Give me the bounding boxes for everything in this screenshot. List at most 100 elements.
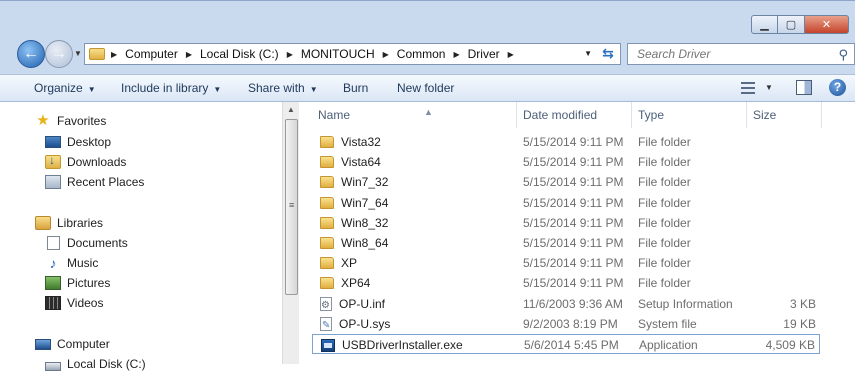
file-row[interactable]: Vista32 5/15/2014 9:11 PM File folder	[312, 132, 820, 152]
back-button[interactable]: ←	[17, 40, 45, 68]
nav-pane-scrollbar[interactable]: ▲ ≡	[282, 102, 299, 364]
minimize-button[interactable]: ▁	[751, 15, 778, 34]
breadcrumb-separator-icon[interactable]: ▶	[111, 50, 117, 59]
breadcrumb-separator-icon[interactable]: ▶	[186, 50, 192, 59]
file-name: Win8_32	[341, 215, 389, 230]
column-header-size[interactable]: Size	[747, 102, 822, 128]
burn-button[interactable]: Burn	[343, 81, 368, 95]
nav-item-local-disk[interactable]: Local Disk (C:)	[45, 354, 146, 374]
nav-label: Downloads	[67, 155, 127, 169]
nav-item-downloads[interactable]: Downloads	[45, 152, 126, 172]
nav-item-videos[interactable]: Videos	[45, 293, 103, 313]
desktop-icon	[45, 136, 61, 148]
folder-icon	[320, 196, 334, 209]
file-row[interactable]: XP64 5/15/2014 9:11 PM File folder	[312, 273, 820, 293]
file-size: 3 KB	[789, 296, 816, 311]
breadcrumb-driver[interactable]: Driver	[468, 47, 500, 61]
pictures-icon	[45, 276, 61, 290]
setup-file-icon	[320, 296, 332, 316]
breadcrumb-separator-icon[interactable]: ▶	[383, 50, 389, 59]
nav-item-recent-places[interactable]: Recent Places	[45, 172, 144, 192]
address-dropdown-icon[interactable]: ▼	[584, 49, 592, 58]
file-name-cell: Win8_32	[320, 213, 388, 233]
file-name: Win8_64	[341, 236, 389, 250]
file-type: File folder	[638, 276, 691, 291]
scroll-up-icon[interactable]: ▲	[287, 105, 295, 114]
column-header-name[interactable]: Name ▲	[312, 102, 517, 128]
file-row[interactable]: Win8_64 5/15/2014 9:11 PM File folder	[312, 233, 820, 253]
column-header-date-modified[interactable]: Date modified	[517, 102, 632, 128]
file-row[interactable]: OP-U.inf 11/6/2003 9:36 AM Setup Informati…	[312, 294, 820, 316]
file-date: 5/15/2014 9:11 PM	[523, 215, 624, 230]
search-input[interactable]	[635, 46, 825, 62]
file-name-cell: Vista32	[320, 132, 381, 152]
folder-icon	[320, 156, 334, 169]
file-date: 5/15/2014 9:11 PM	[523, 135, 624, 149]
breadcrumb-common[interactable]: Common	[397, 47, 446, 61]
nav-item-desktop[interactable]: Desktop	[45, 132, 111, 152]
nav-item-libraries[interactable]: Libraries	[35, 213, 103, 233]
file-row[interactable]: Win8_32 5/15/2014 9:11 PM File folder	[312, 213, 820, 233]
file-type: Application	[639, 338, 698, 352]
nav-label: Computer	[57, 337, 110, 351]
scrollbar-thumb[interactable]: ≡	[285, 119, 298, 295]
nav-label: Pictures	[67, 276, 111, 290]
nav-item-music[interactable]: ♪ Music	[45, 253, 99, 273]
file-name: Vista64	[341, 155, 381, 170]
maximize-button[interactable]: ▢	[778, 15, 805, 34]
share-with-button[interactable]: Share with ▼	[248, 81, 318, 95]
nav-item-favorites[interactable]: ★ Favorites	[35, 111, 106, 131]
navigation-pane: ★ Favorites Desktop Downloads Recent Pla…	[0, 102, 282, 371]
breadcrumb-monitouch[interactable]: MONITOUCH	[301, 47, 375, 61]
change-view-icon[interactable]	[741, 82, 755, 94]
file-type: File folder	[638, 135, 691, 149]
file-name: Win7_64	[341, 195, 389, 210]
breadcrumb-separator-icon[interactable]: ▶	[508, 50, 514, 59]
file-type: File folder	[638, 256, 691, 271]
breadcrumb-separator-icon[interactable]: ▶	[453, 50, 459, 59]
file-name-cell: Win8_64	[320, 233, 388, 253]
system-file-icon	[320, 316, 332, 336]
file-row[interactable]: XP 5/15/2014 9:11 PM File folder	[312, 253, 820, 273]
preview-pane-icon[interactable]	[796, 80, 812, 95]
nav-item-computer[interactable]: Computer	[35, 334, 110, 354]
file-row[interactable]: OP-U.sys 9/2/2003 8:19 PM System file 19 KB	[312, 314, 820, 336]
search-icon[interactable]: ⚲	[838, 47, 848, 63]
breadcrumb-local-disk[interactable]: Local Disk (C:)	[200, 47, 279, 61]
new-folder-button[interactable]: New folder	[397, 81, 454, 95]
file-type: Setup Information	[638, 296, 733, 311]
help-icon[interactable]: ?	[829, 79, 846, 96]
refresh-icon[interactable]: ⇆	[598, 45, 618, 63]
column-header-type[interactable]: Type	[632, 102, 747, 128]
file-date: 5/15/2014 9:11 PM	[523, 175, 624, 190]
search-box[interactable]: ⚲	[627, 43, 855, 65]
file-size: 19 KB	[783, 316, 816, 331]
close-button[interactable]: ✕	[805, 15, 849, 34]
nav-label: Recent Places	[67, 175, 145, 189]
file-list: Name ▲ Date modified Type Size Vista32 5/…	[299, 102, 855, 364]
file-row[interactable]: Vista64 5/15/2014 9:11 PM File folder	[312, 152, 820, 172]
grip-icon: ≡	[289, 200, 295, 210]
nav-label: Favorites	[57, 114, 107, 128]
file-date: 9/2/2003 8:19 PM	[523, 316, 618, 331]
music-icon: ♪	[49, 255, 57, 271]
address-bar[interactable]: ▶ Computer ▶ Local Disk (C:) ▶ MONITOUCH…	[84, 43, 621, 65]
breadcrumb-separator-icon[interactable]: ▶	[287, 50, 293, 59]
file-type: File folder	[638, 215, 691, 230]
file-row[interactable]: Win7_64 5/15/2014 9:11 PM File folder	[312, 193, 820, 213]
nav-label: Videos	[67, 296, 104, 310]
nav-item-documents[interactable]: Documents	[45, 233, 128, 253]
forward-button[interactable]: →	[45, 40, 73, 68]
organize-button[interactable]: Organize ▼	[34, 81, 96, 95]
chevron-down-icon: ▼	[213, 85, 222, 94]
recent-places-icon	[45, 175, 61, 189]
breadcrumb-computer[interactable]: Computer	[125, 47, 178, 61]
include-in-library-button[interactable]: Include in library ▼	[121, 81, 221, 95]
recent-pages-dropdown-icon[interactable]: ▼	[74, 49, 82, 58]
file-row[interactable]: Win7_32 5/15/2014 9:11 PM File folder	[312, 172, 820, 192]
caption-buttons: ▁ ▢ ✕	[751, 15, 849, 34]
chevron-down-icon[interactable]: ▼	[765, 83, 773, 92]
column-header-label: Type	[638, 108, 665, 122]
file-row[interactable]: USBDriverInstaller.exe 5/6/2014 5:45 PM Ap…	[312, 334, 820, 354]
nav-item-pictures[interactable]: Pictures	[45, 273, 110, 293]
